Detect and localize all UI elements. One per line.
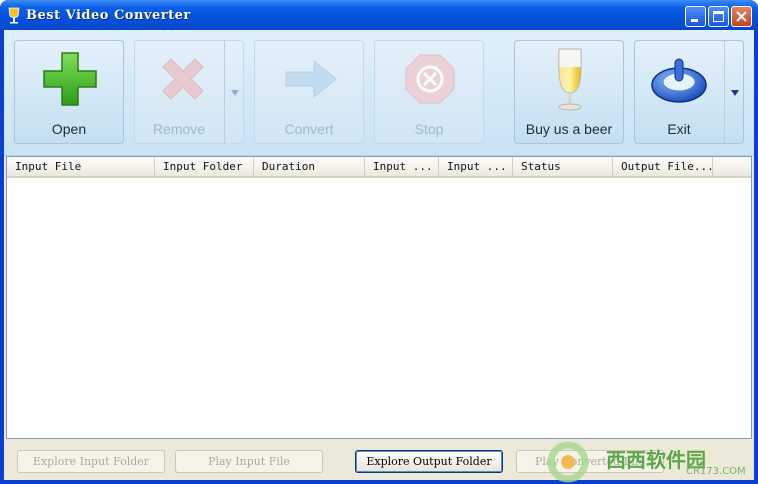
remove-split-divider: [224, 41, 225, 143]
power-icon: [651, 58, 707, 103]
remove-label: Remove: [152, 121, 206, 137]
column-status[interactable]: Status: [513, 157, 613, 176]
column-input-b[interactable]: Input ...: [439, 157, 513, 176]
watermark-site: CR173.COM: [686, 466, 746, 477]
arrow-right-icon: [285, 59, 337, 99]
app-window: Best Video Converter Open Remove Convert…: [0, 0, 758, 484]
column-output-file[interactable]: Output File...: [613, 157, 713, 176]
window-title: Best Video Converter: [26, 8, 191, 23]
buy-beer-label: Buy us a beer: [525, 121, 613, 137]
exit-button[interactable]: Exit: [634, 40, 744, 144]
open-button[interactable]: Open: [14, 40, 124, 144]
column-input-folder[interactable]: Input Folder: [155, 157, 254, 176]
beer-glass-icon: [558, 48, 582, 111]
explore-output-folder-button[interactable]: Explore Output Folder: [355, 450, 503, 473]
remove-button[interactable]: Remove: [134, 40, 244, 144]
play-input-file-button[interactable]: Play Input File: [175, 450, 323, 473]
file-list[interactable]: Input File Input Folder Duration Input .…: [6, 156, 752, 439]
convert-label: Convert: [284, 121, 334, 137]
column-input-a[interactable]: Input ...: [365, 157, 439, 176]
open-label: Open: [51, 121, 87, 137]
explore-input-folder-button[interactable]: Explore Input Folder: [17, 450, 165, 473]
x-icon: [162, 58, 204, 100]
exit-split-divider: [724, 41, 725, 143]
stop-label: Stop: [414, 121, 444, 137]
client-area: Open Remove Convert Stop Buy us a beer E…: [4, 30, 754, 480]
exit-label: Exit: [667, 121, 691, 137]
remove-dropdown-arrow-icon[interactable]: [231, 90, 239, 96]
close-button[interactable]: [731, 6, 752, 27]
stop-icon: [405, 54, 455, 104]
stop-button[interactable]: Stop: [374, 40, 484, 144]
column-input-file[interactable]: Input File: [7, 157, 155, 176]
minimize-icon: [691, 19, 698, 22]
exit-dropdown-arrow-icon[interactable]: [731, 90, 739, 96]
beer-glass-icon: [8, 7, 20, 24]
buy-beer-button[interactable]: Buy us a beer: [514, 40, 624, 144]
title-bar[interactable]: Best Video Converter: [0, 0, 758, 30]
minimize-button[interactable]: [685, 6, 706, 27]
toolbar: Open Remove Convert Stop Buy us a beer E…: [4, 30, 754, 156]
list-header: Input File Input Folder Duration Input .…: [7, 157, 751, 178]
close-icon: [736, 11, 747, 22]
convert-button[interactable]: Convert: [254, 40, 364, 144]
maximize-button[interactable]: [708, 6, 729, 27]
column-duration[interactable]: Duration: [254, 157, 365, 176]
plus-icon: [43, 52, 97, 106]
maximize-icon: [713, 11, 724, 22]
